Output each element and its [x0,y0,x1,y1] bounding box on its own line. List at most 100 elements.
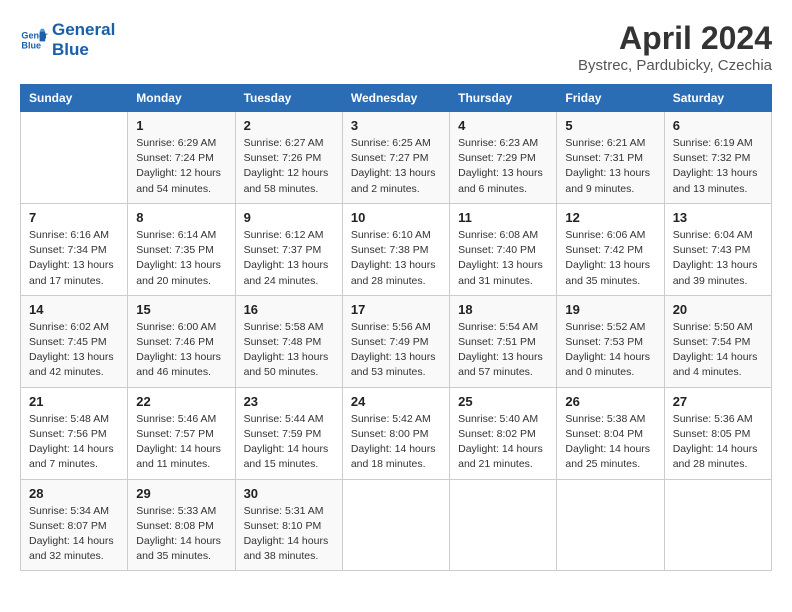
day-number: 12 [565,210,655,225]
calendar-cell: 13 Sunrise: 6:04 AM Sunset: 7:43 PM Dayli… [664,203,771,295]
calendar-cell: 27Sunrise: 5:36 AM Sunset: 8:05 PM Dayli… [664,387,771,479]
day-info: Sunrise: 5:44 AM Sunset: 7:59 PM Dayligh… [244,412,334,473]
day-info: Sunrise: 6:19 AM Sunset: 7:32 PM Dayligh… [673,136,763,197]
calendar-cell: 4 Sunrise: 6:23 AM Sunset: 7:29 PM Daylig… [450,112,557,204]
calendar-cell [664,479,771,571]
calendar-cell [450,479,557,571]
day-info: Sunrise: 6:23 AM Sunset: 7:29 PM Dayligh… [458,136,548,197]
day-number: 16 [244,302,334,317]
day-number: 23 [244,394,334,409]
day-info: Sunrise: 5:31 AM Sunset: 8:10 PM Dayligh… [244,504,334,565]
day-number: 24 [351,394,441,409]
day-info: Sunrise: 5:48 AM Sunset: 7:56 PM Dayligh… [29,412,119,473]
day-info: Sunrise: 6:14 AM Sunset: 7:35 PM Dayligh… [136,228,226,289]
day-info: Sunrise: 6:16 AM Sunset: 7:34 PM Dayligh… [29,228,119,289]
day-number: 17 [351,302,441,317]
day-info: Sunrise: 6:04 AM Sunset: 7:43 PM Dayligh… [673,228,763,289]
day-info: Sunrise: 6:06 AM Sunset: 7:42 PM Dayligh… [565,228,655,289]
day-number: 4 [458,118,548,133]
calendar-cell: 21 Sunrise: 5:48 AM Sunset: 7:56 PM Dayli… [21,387,128,479]
calendar-cell [21,112,128,204]
calendar-cell [342,479,449,571]
calendar-week-row: 1Sunrise: 6:29 AM Sunset: 7:24 PM Daylig… [21,112,772,204]
col-header-wednesday: Wednesday [342,85,449,112]
col-header-thursday: Thursday [450,85,557,112]
day-info: Sunrise: 6:10 AM Sunset: 7:38 PM Dayligh… [351,228,441,289]
svg-text:Blue: Blue [21,41,41,51]
day-number: 6 [673,118,763,133]
calendar-cell: 22 Sunrise: 5:46 AM Sunset: 7:57 PM Dayli… [128,387,235,479]
calendar-cell: 30Sunrise: 5:31 AM Sunset: 8:10 PM Dayli… [235,479,342,571]
day-number: 14 [29,302,119,317]
logo-blue: Blue [52,40,115,60]
day-number: 5 [565,118,655,133]
day-number: 2 [244,118,334,133]
calendar-cell: 10 Sunrise: 6:10 AM Sunset: 7:38 PM Dayli… [342,203,449,295]
calendar-cell: 23 Sunrise: 5:44 AM Sunset: 7:59 PM Dayli… [235,387,342,479]
day-info: Sunrise: 5:42 AM Sunset: 8:00 PM Dayligh… [351,412,441,473]
day-info: Sunrise: 5:58 AM Sunset: 7:48 PM Dayligh… [244,320,334,381]
day-info: Sunrise: 5:33 AM Sunset: 8:08 PM Dayligh… [136,504,226,565]
month-title: April 2024 [578,20,772,57]
calendar-week-row: 14 Sunrise: 6:02 AM Sunset: 7:45 PM Dayli… [21,295,772,387]
day-number: 15 [136,302,226,317]
day-info: Sunrise: 5:46 AM Sunset: 7:57 PM Dayligh… [136,412,226,473]
day-info: Sunrise: 5:38 AM Sunset: 8:04 PM Dayligh… [565,412,655,473]
logo-icon: General Blue [20,26,48,54]
day-number: 20 [673,302,763,317]
calendar-cell: 24 Sunrise: 5:42 AM Sunset: 8:00 PM Dayli… [342,387,449,479]
calendar-cell: 11 Sunrise: 6:08 AM Sunset: 7:40 PM Dayli… [450,203,557,295]
day-number: 13 [673,210,763,225]
day-number: 9 [244,210,334,225]
day-info: Sunrise: 5:36 AM Sunset: 8:05 PM Dayligh… [673,412,763,473]
day-number: 26 [565,394,655,409]
calendar-cell: 8 Sunrise: 6:14 AM Sunset: 7:35 PM Daylig… [128,203,235,295]
day-info: Sunrise: 6:29 AM Sunset: 7:24 PM Dayligh… [136,136,226,197]
calendar-cell: 2Sunrise: 6:27 AM Sunset: 7:26 PM Daylig… [235,112,342,204]
calendar-cell: 25 Sunrise: 5:40 AM Sunset: 8:02 PM Dayli… [450,387,557,479]
day-number: 28 [29,486,119,501]
day-info: Sunrise: 5:54 AM Sunset: 7:51 PM Dayligh… [458,320,548,381]
day-number: 11 [458,210,548,225]
day-number: 29 [136,486,226,501]
col-header-monday: Monday [128,85,235,112]
calendar-cell: 28 Sunrise: 5:34 AM Sunset: 8:07 PM Dayli… [21,479,128,571]
calendar-cell: 15Sunrise: 6:00 AM Sunset: 7:46 PM Dayli… [128,295,235,387]
day-number: 19 [565,302,655,317]
calendar-week-row: 21 Sunrise: 5:48 AM Sunset: 7:56 PM Dayli… [21,387,772,479]
calendar-cell: 3 Sunrise: 6:25 AM Sunset: 7:27 PM Daylig… [342,112,449,204]
day-info: Sunrise: 5:56 AM Sunset: 7:49 PM Dayligh… [351,320,441,381]
day-info: Sunrise: 6:02 AM Sunset: 7:45 PM Dayligh… [29,320,119,381]
calendar-week-row: 28 Sunrise: 5:34 AM Sunset: 8:07 PM Dayli… [21,479,772,571]
day-info: Sunrise: 5:50 AM Sunset: 7:54 PM Dayligh… [673,320,763,381]
title-block: April 2024 Bystrec, Pardubicky, Czechia [578,20,772,74]
logo: General Blue General Blue [20,20,115,61]
calendar-cell: 5Sunrise: 6:21 AM Sunset: 7:31 PM Daylig… [557,112,664,204]
calendar-cell: 17 Sunrise: 5:56 AM Sunset: 7:49 PM Dayli… [342,295,449,387]
day-number: 7 [29,210,119,225]
calendar-cell: 14 Sunrise: 6:02 AM Sunset: 7:45 PM Dayli… [21,295,128,387]
calendar-cell: 19Sunrise: 5:52 AM Sunset: 7:53 PM Dayli… [557,295,664,387]
col-header-saturday: Saturday [664,85,771,112]
calendar-week-row: 7 Sunrise: 6:16 AM Sunset: 7:34 PM Daylig… [21,203,772,295]
col-header-friday: Friday [557,85,664,112]
calendar-cell: 9 Sunrise: 6:12 AM Sunset: 7:37 PM Daylig… [235,203,342,295]
calendar-cell: 12 Sunrise: 6:06 AM Sunset: 7:42 PM Dayli… [557,203,664,295]
day-number: 18 [458,302,548,317]
location-subtitle: Bystrec, Pardubicky, Czechia [578,57,772,74]
day-info: Sunrise: 6:08 AM Sunset: 7:40 PM Dayligh… [458,228,548,289]
calendar-table: SundayMondayTuesdayWednesdayThursdayFrid… [20,84,772,571]
day-number: 8 [136,210,226,225]
day-number: 21 [29,394,119,409]
day-number: 10 [351,210,441,225]
day-number: 25 [458,394,548,409]
day-number: 3 [351,118,441,133]
calendar-cell: 18 Sunrise: 5:54 AM Sunset: 7:51 PM Dayli… [450,295,557,387]
day-info: Sunrise: 6:12 AM Sunset: 7:37 PM Dayligh… [244,228,334,289]
calendar-header-row: SundayMondayTuesdayWednesdayThursdayFrid… [21,85,772,112]
day-info: Sunrise: 5:34 AM Sunset: 8:07 PM Dayligh… [29,504,119,565]
day-number: 22 [136,394,226,409]
day-info: Sunrise: 5:40 AM Sunset: 8:02 PM Dayligh… [458,412,548,473]
calendar-cell: 7 Sunrise: 6:16 AM Sunset: 7:34 PM Daylig… [21,203,128,295]
day-info: Sunrise: 6:25 AM Sunset: 7:27 PM Dayligh… [351,136,441,197]
